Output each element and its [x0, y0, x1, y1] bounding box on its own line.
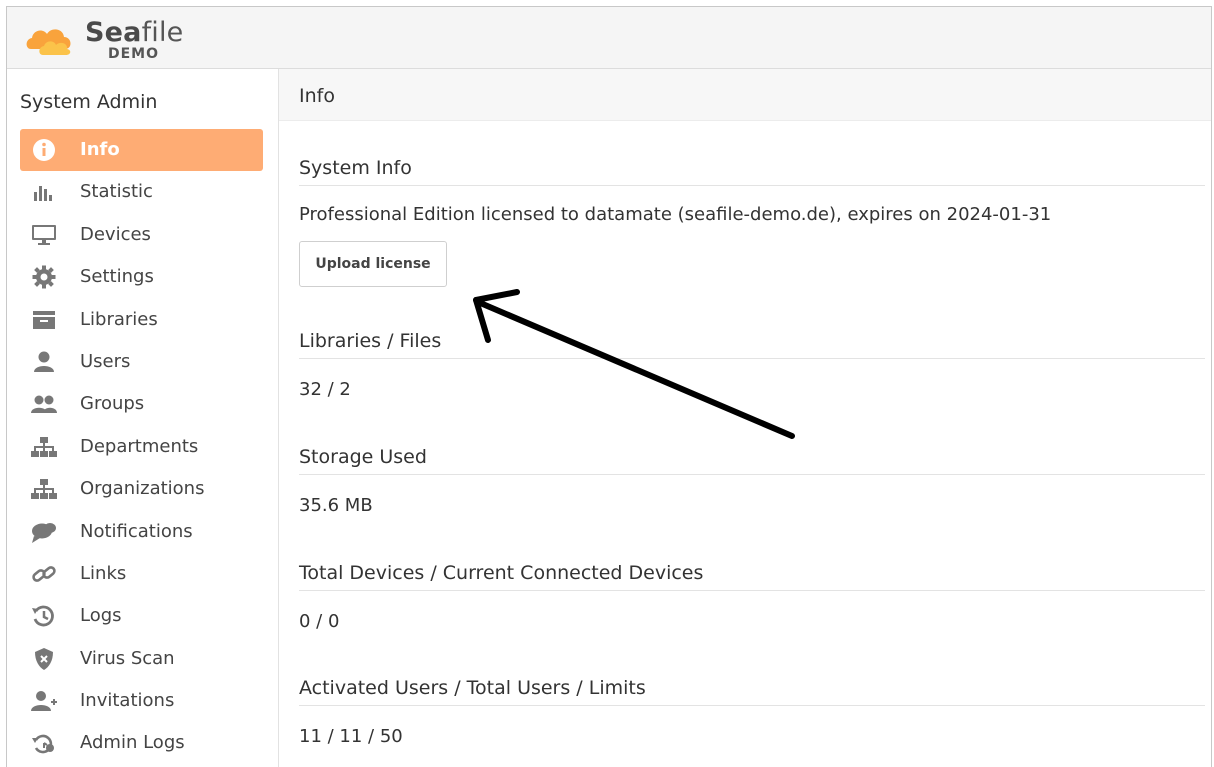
sidebar-item-label: Notifications — [80, 520, 193, 542]
sidebar-item-label: Invitations — [80, 690, 175, 712]
link-icon — [32, 565, 56, 582]
sidebar-item-label: Settings — [80, 266, 154, 288]
admin-history-icon — [32, 735, 54, 754]
sidebar-item-label: Groups — [80, 393, 145, 415]
sidebar-item-users[interactable]: Users — [20, 341, 263, 383]
users-icon — [31, 395, 57, 414]
sidebar-item-libraries[interactable]: Libraries — [20, 299, 263, 341]
section-value: 32 / 2 — [299, 379, 351, 400]
section-value: 0 / 0 — [299, 611, 340, 632]
sidebar-item-logs[interactable]: Logs — [20, 595, 263, 637]
page-header: Info — [279, 69, 1211, 121]
logo-subtitle: DEMO — [108, 46, 160, 62]
sidebar-item-label: Devices — [80, 223, 151, 245]
bar-chart-icon — [34, 186, 52, 202]
sidebar-item-statistic[interactable]: Statistic — [20, 171, 263, 213]
archive-icon — [33, 310, 55, 329]
sidebar-item-settings[interactable]: Settings — [20, 256, 263, 298]
page-title: Info — [299, 85, 335, 107]
info-icon — [33, 139, 55, 161]
sidebar-title: System Admin — [20, 91, 158, 113]
sidebar-item-label: Libraries — [80, 308, 158, 330]
chat-bubbles-icon — [32, 522, 56, 543]
section-title: Libraries / Files — [299, 330, 1205, 359]
sidebar-item-links[interactable]: Links — [20, 553, 263, 595]
libraries-files-section: Libraries / Files 32 / 2 — [299, 330, 1205, 400]
gear-icon — [32, 265, 56, 289]
sidebar-item-label: Departments — [80, 435, 199, 457]
sidebar-item-admin-logs[interactable]: Admin Logs — [20, 722, 263, 764]
license-text: Professional Edition licensed to datamat… — [299, 204, 1052, 225]
upload-license-button[interactable]: Upload license — [299, 241, 447, 287]
shield-icon — [35, 647, 53, 670]
sidebar-item-label: Admin Logs — [80, 732, 185, 754]
sidebar-item-groups[interactable]: Groups — [20, 383, 263, 425]
sidebar-item-devices[interactable]: Devices — [20, 214, 263, 256]
sidebar-item-notifications[interactable]: Notifications — [20, 511, 263, 553]
monitor-icon — [32, 224, 56, 245]
system-info-section: System Info Professional Edition license… — [299, 157, 1205, 225]
sidebar-item-label: Organizations — [80, 478, 205, 500]
section-title: Activated Users / Total Users / Limits — [299, 677, 1205, 706]
sitemap-icon — [31, 479, 57, 500]
user-plus-icon — [31, 691, 57, 712]
section-value: 11 / 11 / 50 — [299, 726, 403, 747]
sitemap-icon — [31, 436, 57, 457]
sidebar-item-organizations[interactable]: Organizations — [20, 468, 263, 510]
sidebar-item-virus-scan[interactable]: Virus Scan — [20, 638, 263, 680]
history-icon — [32, 605, 54, 627]
section-value: 35.6 MB — [299, 495, 373, 516]
user-icon — [34, 351, 54, 372]
sidebar-item-label: Links — [80, 562, 127, 584]
sidebar-item-label: Info — [80, 139, 120, 160]
sidebar-item-info[interactable]: Info — [20, 129, 263, 171]
storage-used-section: Storage Used 35.6 MB — [299, 446, 1205, 516]
sidebar-item-invitations[interactable]: Invitations — [20, 680, 263, 722]
cloud-logo-icon — [26, 29, 71, 55]
section-title: System Info — [299, 157, 1205, 186]
app-window: Seafile DEMO System Admin Info Statistic… — [6, 6, 1212, 767]
sidebar-item-departments[interactable]: Departments — [20, 426, 263, 468]
sidebar-nav: Info Statistic Devices Settings Librarie… — [20, 129, 263, 765]
sidebar-item-label: Users — [80, 350, 131, 372]
section-title: Total Devices / Current Connected Device… — [299, 562, 1205, 591]
sidebar-item-label: Logs — [80, 605, 122, 627]
logo-wordmark: Seafile — [85, 17, 184, 48]
users-section: Activated Users / Total Users / Limits 1… — [299, 677, 1205, 747]
top-header: Seafile DEMO — [7, 7, 1211, 69]
section-title: Storage Used — [299, 446, 1205, 475]
sidebar-item-label: Statistic — [80, 181, 153, 203]
devices-section: Total Devices / Current Connected Device… — [299, 562, 1205, 632]
main-content: Info System Info Professional Edition li… — [279, 69, 1211, 767]
sidebar: System Admin Info Statistic Devices Sett… — [7, 69, 279, 767]
sidebar-item-label: Virus Scan — [80, 647, 175, 669]
